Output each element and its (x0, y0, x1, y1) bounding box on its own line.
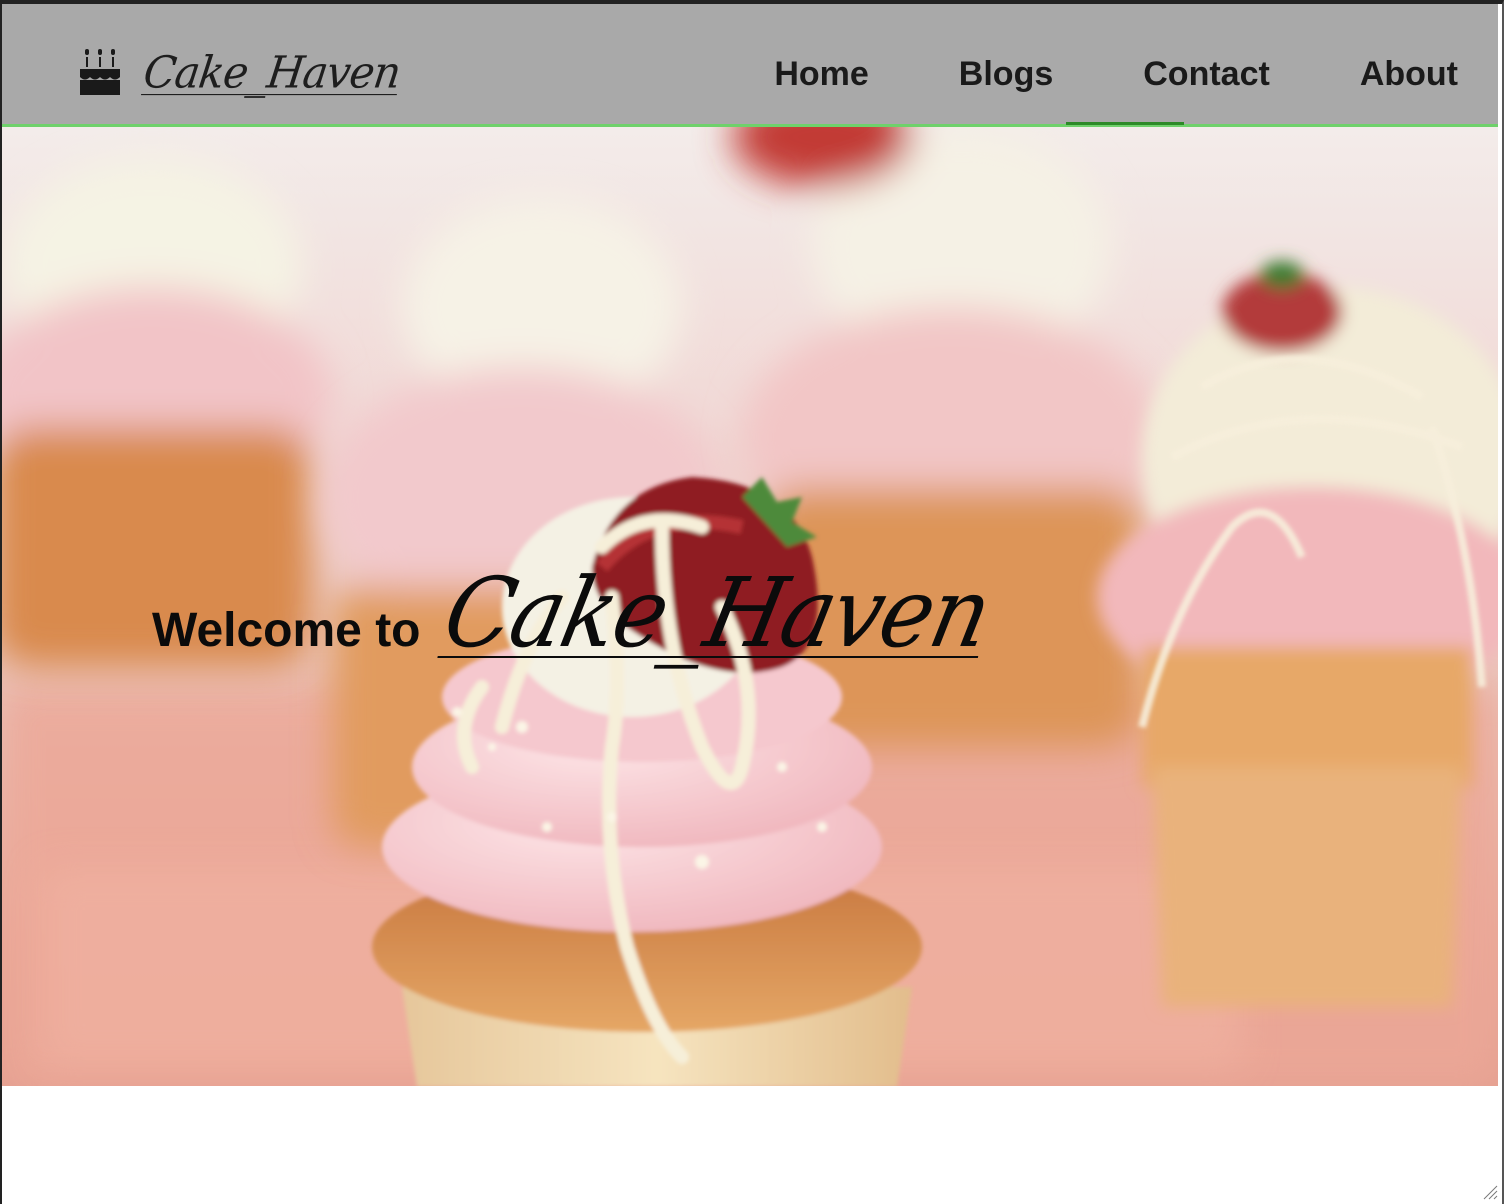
resize-grip-icon[interactable] (1480, 1182, 1498, 1200)
navbar: Cake_Haven Home Blogs Contact About (2, 4, 1498, 127)
nav-blogs[interactable]: Blogs (959, 52, 1053, 96)
hero-section: Welcome to Cake_Haven (2, 127, 1498, 1086)
hero-brand-name: Cake_Haven (434, 557, 999, 669)
nav-about[interactable]: About (1360, 52, 1458, 96)
brand-logo-link[interactable]: Cake_Haven (78, 42, 403, 102)
content-section (2, 1086, 1498, 1204)
birthday-cake-icon (78, 47, 122, 97)
nav-active-indicator (1066, 122, 1184, 125)
hero-heading: Welcome to Cake_Haven (152, 557, 1022, 669)
nav-home[interactable]: Home (774, 52, 868, 96)
main-nav: Home Blogs Contact About (774, 52, 1458, 96)
nav-contact[interactable]: Contact (1143, 52, 1270, 96)
hero-welcome-text: Welcome to (152, 604, 421, 657)
brand-name: Cake_Haven (140, 46, 404, 98)
